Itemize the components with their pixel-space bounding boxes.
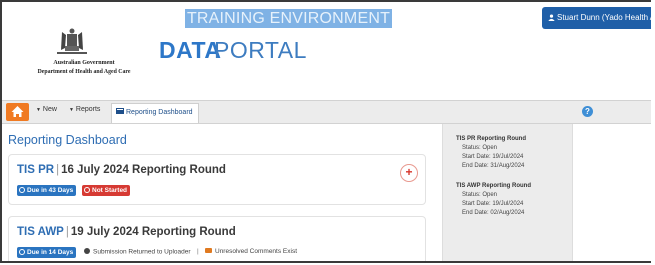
government-name: Australian Government <box>53 60 115 66</box>
due-badge: Due in 43 Days <box>17 185 77 196</box>
round-summary-title: TIS PR Reporting Round <box>456 136 526 142</box>
round-name: 19 July 2024 Reporting Round <box>70 226 236 238</box>
return-icon <box>84 248 90 254</box>
due-badge: Due in 14 Days <box>17 247 77 258</box>
round-end-date: End Date: 02/Aug/2024 <box>462 210 525 216</box>
title-separator: | <box>65 226 69 238</box>
clock-icon <box>19 248 25 255</box>
round-start-date: Start Date: 19/Jul/2024 <box>462 201 524 207</box>
department-name: Department of Health and Aged Care <box>37 69 131 75</box>
reporting-round-card[interactable]: TIS PR | 16 July 2024 Reporting Round Due … <box>8 154 426 205</box>
user-name: Stuart Dunn (Yado Health Al <box>557 13 651 22</box>
round-summary: TIS PR Reporting Round Status: Open Star… <box>456 135 526 171</box>
clock-icon <box>19 186 25 193</box>
help-icon[interactable]: ? <box>582 106 593 117</box>
status-badge-label: Not Started <box>92 187 128 194</box>
comments-status: Unresolved Comments Exist <box>205 248 297 255</box>
nav-reports-label: Reports <box>75 106 101 113</box>
home-button[interactable] <box>6 103 29 121</box>
environment-banner: TRAINING ENVIRONMENT <box>185 9 392 28</box>
reporting-round-card[interactable]: TIS AWP | 19 July 2024 Reporting Round Due… <box>8 216 426 261</box>
dashboard-icon <box>116 108 124 114</box>
comments-status-label: Unresolved Comments Exist <box>215 248 297 255</box>
nav-reports-menu[interactable]: ▼ Reports <box>69 106 100 113</box>
coat-of-arms-logo <box>57 28 87 54</box>
round-start-date: Start Date: 19/Jul/2024 <box>462 154 524 160</box>
card-title[interactable]: TIS PR | 16 July 2024 Reporting Round <box>17 164 226 176</box>
tab-reporting-dashboard[interactable]: Reporting Dashboard <box>111 103 199 123</box>
add-report-button[interactable]: + <box>400 164 418 182</box>
round-code: TIS PR <box>17 164 55 176</box>
side-panel: TIS PR Reporting Round Status: Open Star… <box>442 124 573 261</box>
round-status: Status: Open <box>462 192 498 198</box>
due-badge-label: Due in 43 Days <box>27 187 74 194</box>
round-end-date: End Date: 31/Aug/2024 <box>462 163 525 169</box>
card-title[interactable]: TIS AWP | 19 July 2024 Reporting Round <box>17 226 236 238</box>
app-window: TRAINING ENVIRONMENT Stuart Dunn (Yado H… <box>0 0 651 263</box>
round-status: Status: Open <box>462 145 498 151</box>
ban-icon <box>84 186 90 193</box>
logo-data: DATA <box>159 37 222 63</box>
round-code: TIS AWP <box>17 226 64 238</box>
due-badge-label: Due in 14 Days <box>27 249 74 256</box>
submission-status: Submission Returned to Uploader <box>84 248 191 256</box>
user-icon <box>548 14 555 21</box>
home-icon <box>11 106 24 117</box>
user-menu-button[interactable]: Stuart Dunn (Yado Health Al <box>542 7 651 29</box>
caret-down-icon: ▼ <box>69 107 74 113</box>
comment-icon <box>205 248 212 253</box>
title-separator: | <box>56 164 60 176</box>
page-title: Reporting Dashboard <box>8 133 127 147</box>
nav-new-menu[interactable]: ▼ New <box>36 106 57 113</box>
submission-status-label: Submission Returned to Uploader <box>93 248 191 256</box>
status-divider: | <box>197 248 199 255</box>
round-name: 16 July 2024 Reporting Round <box>61 164 226 176</box>
status-badge: Not Started <box>82 185 131 196</box>
nav-new-label: New <box>42 106 57 113</box>
tab-label: Reporting Dashboard <box>126 109 193 116</box>
logo-portal: PORTAL <box>214 37 307 63</box>
round-summary-title: TIS AWP Reporting Round <box>456 183 531 189</box>
caret-down-icon: ▼ <box>36 107 41 113</box>
top-navbar: ▼ New ▼ Reports Reporting Dashboard ? <box>2 100 651 124</box>
round-summary: TIS AWP Reporting Round Status: Open Sta… <box>456 182 531 218</box>
